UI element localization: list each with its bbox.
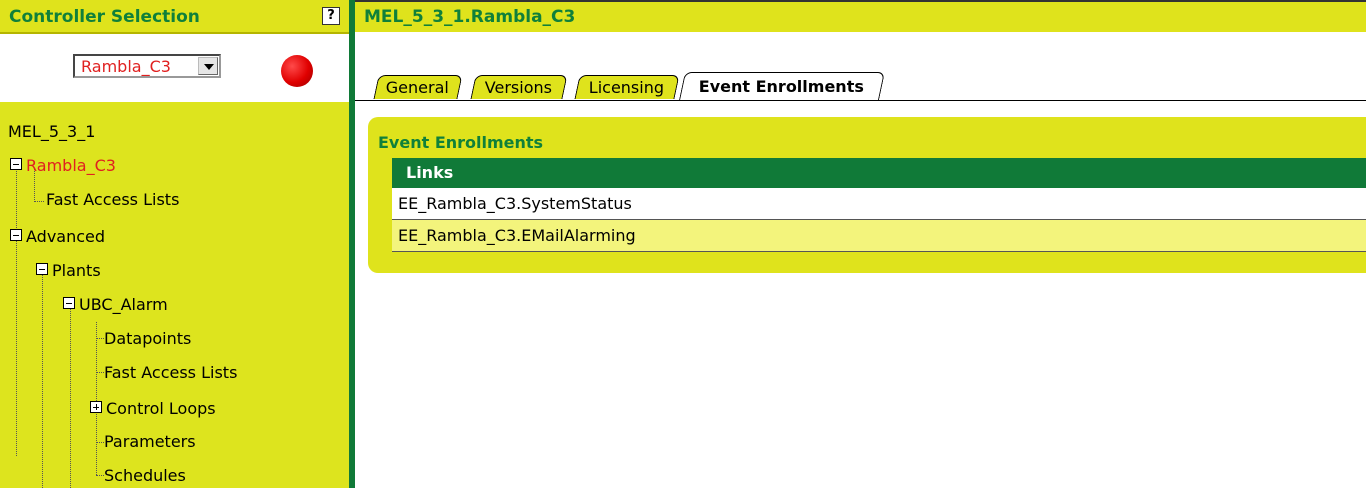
tree-node-datapoints[interactable]: Datapoints: [104, 330, 191, 348]
tab-event-enrollments[interactable]: Event Enrollments: [679, 72, 885, 100]
tab-event-enrollments-label: Event Enrollments: [699, 77, 865, 96]
tree-node-advanced[interactable]: Advanced: [26, 228, 105, 246]
tab-licensing-label: Licensing: [589, 78, 665, 97]
tree-node-schedules[interactable]: Schedules: [104, 467, 186, 485]
tree-connector: [96, 442, 104, 443]
event-enrollments-panel: Event Enrollments Links EE_Rambla_C3.Sys…: [368, 117, 1366, 273]
tree-connector: [16, 168, 17, 456]
tab-licensing[interactable]: Licensing: [574, 75, 680, 99]
tree-connector: [96, 338, 104, 339]
document-title: MEL_5_3_1.Rambla_C3: [364, 7, 576, 27]
tree-connector: [70, 304, 71, 488]
table-row[interactable]: EE_Rambla_C3.SystemStatus: [392, 188, 1366, 220]
navigation-tree: MEL_5_3_1 Rambla_C3 Fast Access Lists Ad…: [0, 102, 349, 488]
tree-node-root[interactable]: MEL_5_3_1: [8, 123, 95, 141]
document-panel: MEL_5_3_1.Rambla_C3 General Versions Lic…: [355, 0, 1366, 488]
tab-bar: General Versions Licensing Event Enrollm…: [355, 70, 1366, 101]
collapse-icon[interactable]: [10, 158, 22, 170]
controller-dropdown[interactable]: Rambla_C3: [73, 54, 221, 78]
tree-node-parameters[interactable]: Parameters: [104, 433, 196, 451]
controller-select-row: Rambla_C3: [0, 34, 349, 100]
tree-connector: [96, 475, 104, 476]
controller-selection-header: Controller Selection ?: [0, 0, 349, 34]
tree-connector: [42, 270, 43, 488]
controller-selection-title: Controller Selection: [9, 7, 200, 27]
tree-connector: [34, 201, 44, 202]
tree-node-control-loops[interactable]: Control Loops: [106, 400, 216, 418]
table-row[interactable]: EE_Rambla_C3.EMailAlarming: [392, 220, 1366, 252]
controller-dropdown-value: Rambla_C3: [81, 57, 171, 76]
links-table: Links EE_Rambla_C3.SystemStatus EE_Rambl…: [392, 158, 1366, 252]
help-button[interactable]: ?: [322, 7, 340, 25]
tree-node-ubc-alarm[interactable]: UBC_Alarm: [79, 296, 168, 314]
tree-node-fast-access-lists[interactable]: Fast Access Lists: [46, 191, 179, 209]
tree-connector: [96, 322, 97, 475]
chevron-down-icon[interactable]: [198, 57, 218, 75]
collapse-icon[interactable]: [36, 263, 48, 275]
tree-node-plants[interactable]: Plants: [52, 262, 101, 280]
controller-status-indicator: [281, 55, 313, 87]
tree-connector: [96, 372, 104, 373]
event-enrollments-title: Event Enrollments: [378, 133, 544, 152]
document-header: MEL_5_3_1.Rambla_C3: [355, 0, 1366, 32]
collapse-icon[interactable]: [10, 229, 22, 241]
tab-general[interactable]: General: [373, 75, 463, 99]
tab-general-label: General: [386, 78, 450, 97]
tree-node-controller[interactable]: Rambla_C3: [26, 157, 116, 175]
collapse-icon[interactable]: [63, 297, 75, 309]
tab-versions-label: Versions: [485, 78, 553, 97]
tab-versions[interactable]: Versions: [470, 75, 568, 99]
expand-icon[interactable]: [90, 401, 102, 413]
tree-node-fast-access-lists-2[interactable]: Fast Access Lists: [104, 364, 237, 382]
links-column-header: Links: [392, 158, 1366, 188]
controller-selection-panel: Controller Selection ? Rambla_C3 MEL_5_3…: [0, 0, 349, 488]
